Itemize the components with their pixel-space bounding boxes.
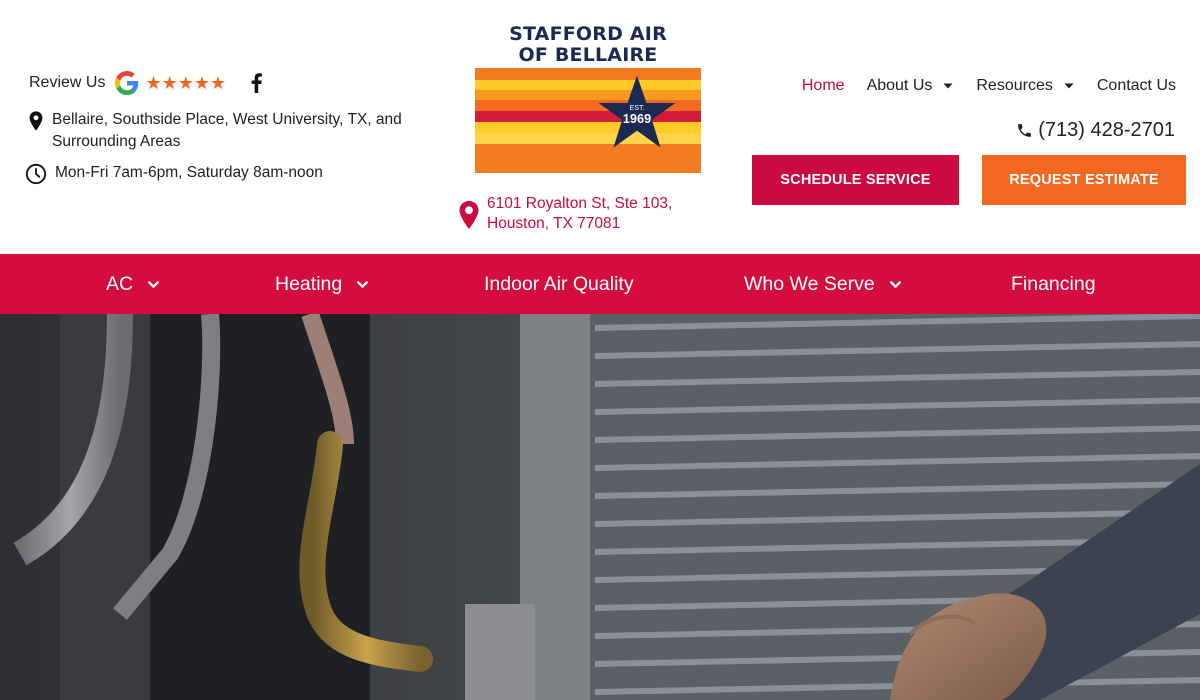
chevron-down-icon [148, 280, 160, 288]
main-nav-heating[interactable]: Heating [275, 254, 369, 314]
top-nav: Home About Us Resources Contact Us [780, 74, 1176, 98]
star-icon: EST. 1969 [598, 75, 676, 148]
main-nav-indoor-air-quality[interactable]: Indoor Air Quality [484, 254, 634, 314]
main-nav-ac[interactable]: AC [106, 254, 160, 314]
service-area-text: Bellaire, Southside Place, West Universi… [52, 111, 402, 150]
nav-about-us[interactable]: About Us [867, 77, 955, 95]
nav-about-label: About Us [866, 77, 933, 94]
main-nav-financing-label: Financing [1011, 272, 1096, 295]
google-g-icon[interactable] [115, 71, 139, 95]
review-us-label: Review Us [29, 74, 106, 91]
main-nav: AC Heating Indoor Air Quality Who We Ser… [0, 254, 1200, 314]
review-us[interactable]: Review Us ★★★★★ [29, 70, 264, 96]
nav-resources-label: Resources [976, 77, 1053, 94]
phone-number: (713) 428-2701 [1038, 119, 1175, 141]
nav-contact-label: Contact Us [1096, 77, 1176, 94]
main-nav-financing[interactable]: Financing [1011, 254, 1096, 314]
address-line1: 6101 Royalton St, Ste 103, [487, 195, 673, 212]
business-hours-text: Mon-Fri 7am-6pm, Saturday 8am-noon [55, 164, 323, 181]
chevron-down-icon [357, 280, 369, 288]
address-line2: Houston, TX 77081 [487, 215, 621, 232]
clock-icon [25, 163, 47, 185]
nav-home[interactable]: Home [802, 77, 845, 95]
hero-image [0, 314, 1200, 700]
main-nav-ac-label: AC [106, 272, 134, 295]
logo-title-line2: OF BELLAIRE [518, 44, 658, 66]
main-nav-who-we-serve[interactable]: Who We Serve [744, 254, 902, 314]
logo-flag: EST. 1969 [475, 68, 701, 173]
chevron-down-icon [889, 280, 901, 288]
main-nav-iaq-label: Indoor Air Quality [484, 272, 634, 295]
business-hours: Mon-Fri 7am-6pm, Saturday 8am-noon [25, 162, 323, 185]
map-pin-icon [459, 201, 479, 229]
phone-icon [1018, 124, 1032, 137]
caret-down-icon [1064, 83, 1074, 89]
logo-title-line1: STAFFORD AIR [509, 23, 667, 45]
logo-year: 1969 [623, 111, 651, 126]
schedule-service-button[interactable]: SCHEDULE SERVICE [752, 155, 959, 205]
caret-down-icon [943, 83, 953, 89]
phone-link[interactable]: (713) 428-2701 [1016, 119, 1175, 142]
service-area: Bellaire, Southside Place, West Universi… [25, 109, 425, 153]
map-pin-icon [29, 111, 43, 131]
request-estimate-button[interactable]: REQUEST ESTIMATE [982, 155, 1186, 205]
site-logo[interactable]: STAFFORD AIR OF BELLAIRE EST. 1969 [475, 24, 701, 173]
nav-home-label: Home [801, 77, 845, 94]
office-address[interactable]: 6101 Royalton St, Ste 103, Houston, TX 7… [458, 194, 672, 234]
main-nav-who-label: Who We Serve [744, 272, 875, 295]
main-nav-heating-label: Heating [275, 272, 343, 295]
address-text[interactable]: 6101 Royalton St, Ste 103, Houston, TX 7… [487, 194, 672, 234]
hero-hvac-photo [0, 314, 1200, 700]
rating-stars: ★★★★★ [145, 73, 227, 93]
site-header: Review Us ★★★★★ Bellaire, Southside Plac… [0, 0, 1200, 254]
nav-contact-us[interactable]: Contact Us [1097, 77, 1176, 95]
facebook-icon[interactable] [248, 73, 264, 93]
nav-resources[interactable]: Resources [976, 77, 1074, 95]
